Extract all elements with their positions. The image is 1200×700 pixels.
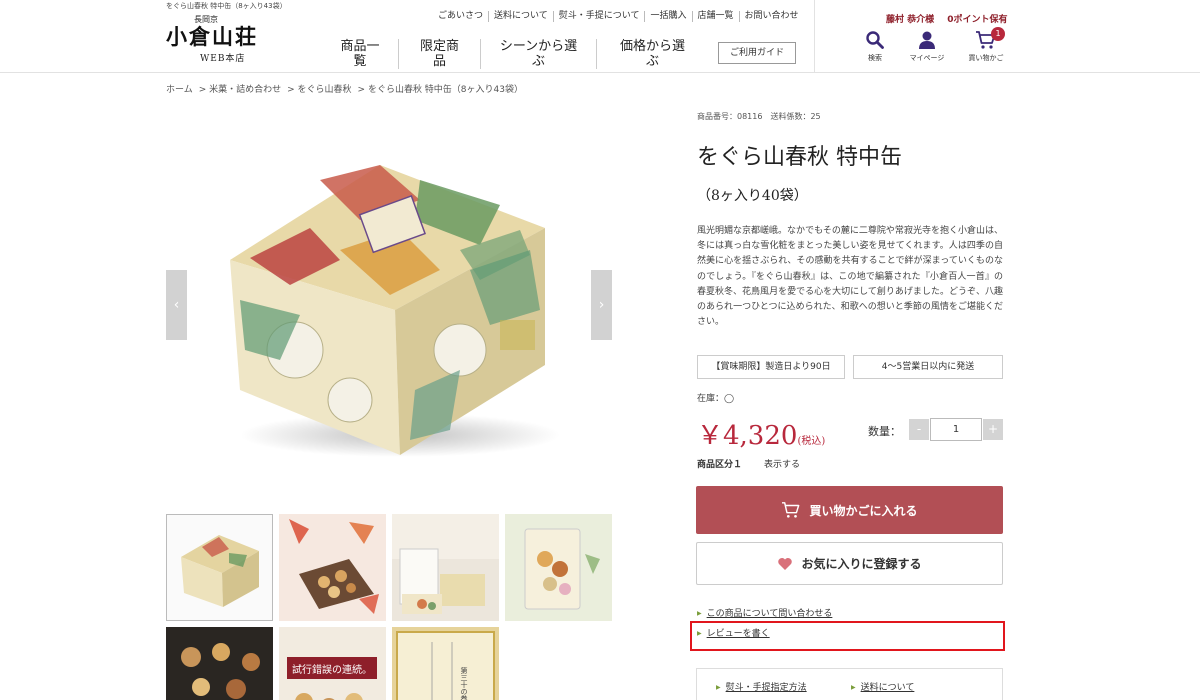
add-to-cart-button[interactable]: 買い物かごに入れる [696, 486, 1003, 534]
user-points: 0ポイント保有 [947, 15, 1008, 25]
site-logo[interactable]: 長岡京 小倉山荘 WEB本店 [166, 12, 286, 64]
nav-limited-line2: 品 [432, 54, 446, 69]
nav-price-line2: ぶ [645, 54, 659, 69]
breadcrumb-category[interactable]: > 米菓・詰め合わせ [199, 82, 281, 95]
header-tagline: をぐら山春秋 特中缶（8ヶ入り43袋） [166, 2, 287, 10]
product-title: をぐら山春秋 特中缶 （8ヶ入り40袋） [697, 140, 1007, 214]
nav-scene-line1: シーンから選ぶ [499, 39, 578, 69]
mypage-label: マイページ [909, 54, 945, 62]
review-link-highlight [690, 621, 1005, 651]
gallery-next-button[interactable]: › [591, 270, 612, 340]
user-info: 藤村 恭介様 0ポイント保有 [886, 12, 1018, 25]
nav-products-line1: 商品一 [340, 39, 380, 54]
price-value: ￥4,320 [697, 421, 798, 451]
thumbnail-7[interactable]: 第三十の巻 [392, 627, 499, 700]
top-link-greeting[interactable]: ごあいさつ [438, 11, 488, 22]
user-name[interactable]: 藤村 恭介様 [886, 15, 934, 25]
triangle-right-icon: ▶ [697, 610, 702, 617]
header-divider [814, 0, 815, 72]
shelf-life-box: 【賞味期限】製造日より90日 [697, 355, 845, 379]
add-to-favorites-button[interactable]: お気に入りに登録する [696, 542, 1003, 585]
chevron-right-icon: › [598, 297, 605, 313]
thumbnail-6[interactable]: 試行錯誤の連続。 [279, 627, 386, 700]
product-kubun: 商品区分１ 表示する [697, 457, 800, 470]
product-title-sub: （8ヶ入り40袋） [697, 188, 808, 204]
nav-scene[interactable]: シーンから選ぶ [480, 39, 596, 69]
inquiry-link[interactable]: ▶ この商品について問い合わせる [697, 606, 832, 619]
cart-count-badge: 1 [991, 27, 1005, 41]
guide-button[interactable]: ご利用ガイド [718, 42, 796, 64]
product-code: 商品番号：08116 送料係数：25 [697, 112, 821, 121]
top-link-stores[interactable]: 店舗一覧 [691, 11, 739, 22]
quantity-input[interactable]: 1 [930, 418, 982, 441]
nav-price-line1: 価格から選 [619, 39, 685, 54]
cart-label: 買い物かご [968, 54, 1004, 62]
heart-icon [777, 557, 793, 571]
nav-price[interactable]: 価格から選 ぶ [596, 39, 708, 69]
inquiry-link-text: この商品について問い合わせる [706, 609, 833, 619]
stock-status: 在庫：◯ [697, 394, 735, 404]
shipping-info-link[interactable]: ▶ 送料について [851, 680, 914, 693]
logo-sub-text: WEB本店 [200, 54, 246, 64]
nav-products[interactable]: 商品一 覧 [322, 39, 398, 69]
thumbnail-6-text: 試行錯誤の連続。 [292, 663, 372, 676]
thumbnail-3[interactable] [392, 514, 499, 621]
quantity-decrement-button[interactable]: - [909, 419, 929, 440]
shipping-info-link-text: 送料について [860, 683, 915, 693]
breadcrumb-home[interactable]: ホーム [166, 82, 193, 95]
top-link-noshi[interactable]: 熨斗・手提について [552, 11, 645, 22]
quantity-label: 数量： [868, 425, 901, 438]
noshi-method-link[interactable]: ▶ 熨斗・手提指定方法 [716, 680, 807, 693]
quantity-increment-button[interactable]: + [983, 419, 1003, 440]
add-to-favorites-label: お気に入りに登録する [801, 557, 922, 571]
price-tax: (税込) [797, 436, 826, 447]
nav-limited-line1: 限定商 [419, 39, 459, 54]
product-title-main: をぐら山春秋 特中缶 [697, 145, 902, 170]
breadcrumb-series[interactable]: > をぐら山春秋 [287, 82, 351, 95]
shipping-time-box: 4〜5営業日以内に発送 [853, 355, 1003, 379]
logo-main-text: 小倉山荘 [166, 24, 258, 49]
top-link-bulk[interactable]: 一括購入 [644, 11, 691, 22]
thumbnail-7-text: 第三十の巻 [460, 666, 468, 700]
thumbnail-1[interactable] [166, 514, 273, 621]
search-icon [853, 30, 897, 52]
search-link[interactable]: 検索 [853, 30, 897, 63]
mypage-link[interactable]: マイページ [905, 30, 949, 63]
cart-icon [781, 501, 801, 519]
product-main-image [200, 110, 580, 500]
triangle-right-icon: ▶ [716, 684, 721, 691]
product-description: 風光明媚な京都嵯峨。なかでもその麓に二尊院や常寂光寺を抱く小倉山は、冬には真っ白… [697, 226, 1003, 328]
thumbnail-5[interactable] [166, 627, 273, 700]
top-link-contact[interactable]: お問い合わせ [738, 11, 804, 22]
product-price: ￥4,320(税込) [697, 415, 825, 452]
thumbnail-2[interactable] [279, 514, 386, 621]
nav-products-line2: 覧 [353, 54, 367, 69]
search-label: 検索 [868, 54, 882, 62]
thumbnail-4[interactable] [505, 514, 612, 621]
nav-limited[interactable]: 限定商 品 [398, 39, 480, 69]
top-link-shipping[interactable]: 送料について [488, 11, 553, 22]
noshi-method-link-text: 熨斗・手提指定方法 [725, 683, 807, 693]
breadcrumb: ホーム > 米菓・詰め合わせ > をぐら山春秋 > をぐら山春秋 特中缶（8ヶ入… [166, 82, 529, 95]
global-nav: 商品一 覧 限定商 品 シーンから選ぶ 価格から選 ぶ [322, 39, 708, 69]
add-to-cart-label: 買い物かごに入れる [809, 503, 918, 518]
site-header: をぐら山春秋 特中缶（8ヶ入り43袋） 長岡京 小倉山荘 WEB本店 ごあいさつ… [0, 0, 1200, 73]
user-icon [905, 30, 949, 52]
triangle-right-icon: ▶ [851, 684, 856, 691]
top-links: ごあいさつ 送料について 熨斗・手提について 一括購入 店舗一覧 お問い合わせ [438, 11, 804, 22]
gallery-prev-button[interactable]: ‹ [166, 270, 187, 340]
cart-link[interactable]: 1 買い物かご [964, 27, 1008, 63]
chevron-left-icon: ‹ [173, 297, 180, 313]
breadcrumb-current: > をぐら山春秋 特中缶（8ヶ入り43袋） [357, 85, 523, 95]
kubun-value: 表示する [764, 460, 801, 470]
kubun-label: 商品区分１ [697, 460, 743, 470]
